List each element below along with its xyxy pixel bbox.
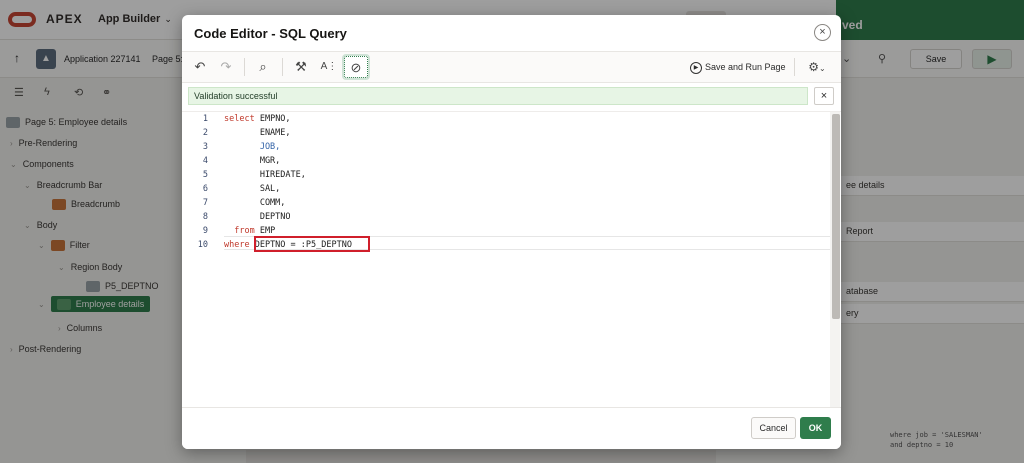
sql-text: EMPNO, (254, 114, 291, 124)
line-number: 5 (202, 170, 208, 180)
sql-code-editor[interactable]: 1 2 3 4 5 6 7 8 9 10 select EMPNO, ENAME… (182, 111, 841, 408)
chevron-down-icon: ⌄ (819, 64, 826, 73)
toolbar-divider (282, 58, 283, 76)
redo-button[interactable]: ↷ (216, 56, 236, 78)
annotation-highlight-box (254, 236, 370, 252)
check-circle-icon: ⊘ (350, 60, 362, 75)
toolbar-divider (794, 58, 795, 76)
dialog-footer: Cancel OK (182, 407, 841, 449)
line-number: 4 (202, 156, 208, 166)
code-lines[interactable]: select EMPNO, ENAME, JOB, MGR, HIREDATE,… (224, 112, 824, 408)
sql-text: EMP (254, 226, 276, 236)
autocomplete-button[interactable]: A⋮ (318, 56, 340, 78)
line-number: 9 (202, 226, 208, 236)
sql-text: MGR, (224, 156, 281, 166)
sql-text: DEPTNO (224, 212, 291, 222)
code-line: from EMP (224, 226, 275, 236)
cancel-button[interactable]: Cancel (751, 417, 796, 439)
code-line: HIREDATE, (224, 170, 306, 180)
search-button[interactable]: ⌕ (252, 56, 274, 78)
play-icon: ▶ (690, 61, 702, 74)
sql-keyword: select (224, 114, 255, 124)
line-number: 7 (202, 198, 208, 208)
gear-icon: ⚙ (808, 60, 820, 74)
line-number: 8 (202, 212, 208, 222)
save-and-run-label: Save and Run Page (705, 62, 786, 72)
search-icon: ⌕ (259, 59, 267, 74)
sql-text: COMM, (224, 198, 286, 208)
toolbar-divider (244, 58, 245, 76)
ok-button[interactable]: OK (800, 417, 831, 439)
line-number: 6 (202, 184, 208, 194)
code-editor-dialog: Code Editor - SQL Query × ↶ ↷ ⌕ ⚒ A⋮ ⊘ ▶… (182, 15, 841, 449)
validate-button[interactable]: ⊘ (342, 54, 370, 80)
sql-text: SAL, (224, 184, 281, 194)
undo-button[interactable]: ↶ (190, 56, 210, 78)
line-number-gutter: 1 2 3 4 5 6 7 8 9 10 (182, 112, 212, 408)
autocomplete-icon: A⋮ (320, 61, 338, 72)
settings-menu-button[interactable]: ⚙⌄ (804, 56, 830, 78)
sql-keyword: from (224, 226, 255, 236)
validation-message: Validation successful (188, 87, 808, 105)
code-line: MGR, (224, 156, 280, 166)
code-line: JOB, (224, 142, 280, 152)
sql-text: ENAME, (224, 128, 291, 138)
line-number: 1 (202, 114, 208, 124)
code-line: COMM, (224, 198, 286, 208)
editor-toolbar: ↶ ↷ ⌕ ⚒ A⋮ ⊘ ▶ Save and Run Page ⚙⌄ (182, 51, 841, 83)
sql-text: HIREDATE, (224, 170, 306, 180)
dismiss-validation-button[interactable]: × (814, 87, 834, 105)
code-line: DEPTNO (224, 212, 291, 222)
code-line: SAL, (224, 184, 280, 194)
sql-text: JOB, (224, 142, 281, 152)
line-number: 2 (202, 128, 208, 138)
dialog-title: Code Editor - SQL Query (194, 26, 347, 41)
line-number: 3 (202, 142, 208, 152)
line-number: 10 (197, 240, 208, 250)
redo-icon: ↷ (220, 59, 232, 74)
sql-keyword: where (224, 240, 250, 250)
hammer-icon: ⚒ (295, 59, 307, 74)
code-line: ENAME, (224, 128, 291, 138)
code-line: select EMPNO, (224, 114, 291, 124)
editor-scrollbar-thumb[interactable] (832, 114, 840, 319)
close-dialog-button[interactable]: × (814, 24, 831, 41)
hammer-button[interactable]: ⚒ (290, 56, 312, 78)
save-and-run-page-button[interactable]: ▶ Save and Run Page (690, 56, 786, 78)
undo-icon: ↶ (194, 59, 206, 74)
